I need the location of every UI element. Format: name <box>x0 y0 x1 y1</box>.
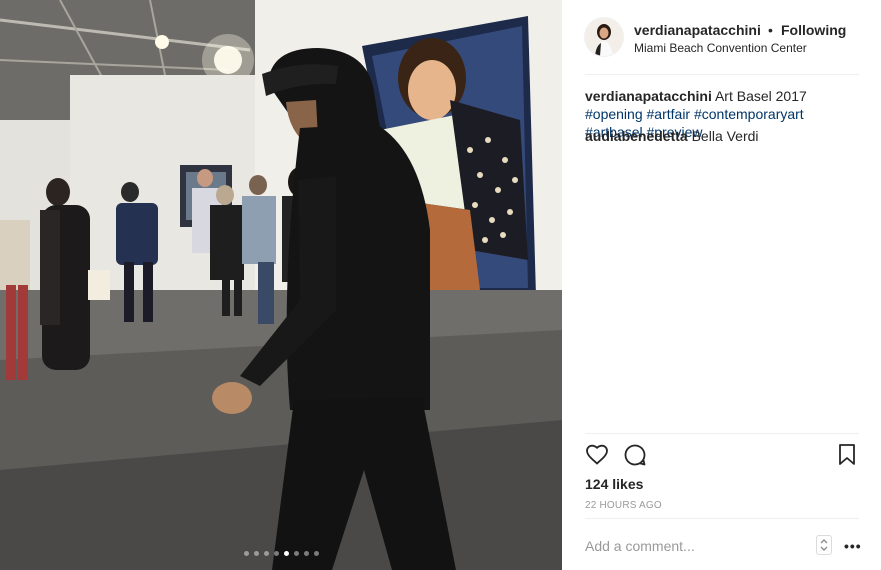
more-options-button[interactable]: ••• <box>844 538 862 554</box>
location-link[interactable]: Miami Beach Convention Center <box>634 41 807 55</box>
comment-divider <box>585 518 859 519</box>
add-comment-input[interactable]: Add a comment... <box>585 538 695 554</box>
heart-icon[interactable] <box>585 443 609 472</box>
caption-text: Art Basel 2017 <box>714 88 807 104</box>
carousel-dot[interactable] <box>313 551 319 556</box>
carousel-dot[interactable] <box>263 551 269 556</box>
speech-bubble-icon[interactable] <box>623 443 647 472</box>
post-username[interactable]: verdianapatacchini <box>634 22 761 38</box>
comment-item: audiabenedetta Bella Verdi <box>585 128 759 144</box>
post-photo[interactable] <box>0 0 562 570</box>
post-header: verdianapatacchini • Following Miami Bea… <box>584 17 859 57</box>
carousel-dot[interactable] <box>243 551 249 556</box>
up-down-chevron-icon[interactable] <box>816 535 832 555</box>
like-count[interactable]: 124 likes <box>585 476 643 492</box>
header-divider <box>585 74 859 75</box>
post-timestamp[interactable]: 22 HOURS AGO <box>585 500 662 511</box>
actions-divider <box>585 433 859 434</box>
bookmark-icon[interactable] <box>837 443 857 472</box>
avatar-image <box>585 18 623 56</box>
caption-author[interactable]: verdianapatacchini <box>585 88 712 104</box>
hashtag-contemporaryart[interactable]: #contemporaryart <box>694 106 804 122</box>
carousel-dot-active[interactable] <box>283 551 289 556</box>
action-bar <box>585 443 859 469</box>
comment-author[interactable]: audiabenedetta <box>585 128 688 144</box>
carousel-indicator <box>0 551 562 556</box>
separator-dot: • <box>768 22 773 38</box>
hashtag-artfair[interactable]: #artfair <box>647 106 691 122</box>
photo-scene <box>0 0 562 570</box>
carousel-dot[interactable] <box>273 551 279 556</box>
avatar[interactable] <box>584 17 624 57</box>
following-button[interactable]: Following <box>781 22 846 38</box>
post-sidebar: verdianapatacchini • Following Miami Bea… <box>562 0 881 570</box>
hashtag-opening[interactable]: #opening <box>585 106 643 122</box>
carousel-dot[interactable] <box>253 551 259 556</box>
carousel-dot[interactable] <box>303 551 309 556</box>
comment-text: Bella Verdi <box>691 128 759 144</box>
carousel-dot[interactable] <box>293 551 299 556</box>
